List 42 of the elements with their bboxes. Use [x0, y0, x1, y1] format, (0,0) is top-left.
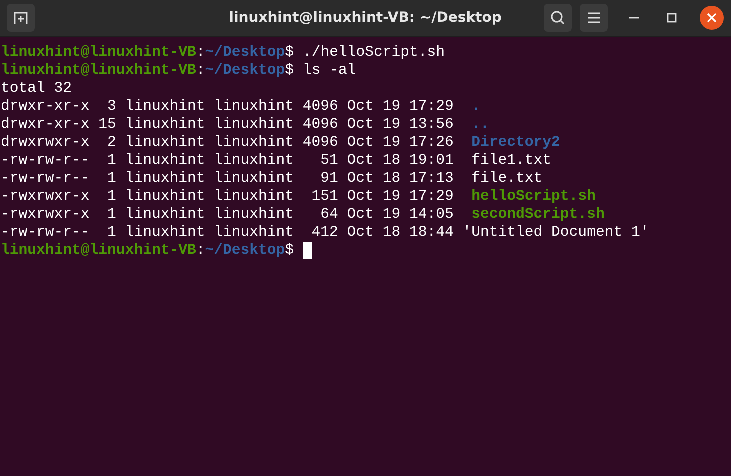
prompt-symbol: $ [285, 45, 294, 61]
menu-button[interactable] [580, 4, 608, 32]
file-name: secondScript.sh [472, 207, 605, 223]
command-text: ./helloScript.sh [302, 45, 446, 61]
prompt-user: linuxhint@linuxhint-VB [1, 243, 196, 259]
file-details: -rwxrwxr-x 1 linuxhint linuxhint 64 Oct 19 14:05 [1, 207, 455, 223]
prompt-symbol: $ [285, 243, 294, 259]
file-name: Directory2 [472, 135, 560, 151]
close-icon [707, 13, 717, 23]
prompt-path: ~/Desktop [205, 243, 286, 259]
prompt-separator: : [196, 45, 206, 61]
prompt-separator: : [196, 63, 206, 79]
prompt-path: ~/Desktop [205, 63, 286, 79]
file-details: drwxr-xr-x 15 linuxhint linuxhint 4096 Oct 19 13:56 [1, 117, 455, 133]
prompt-user: linuxhint@linuxhint-VB [1, 63, 196, 79]
file-name: . [472, 99, 481, 115]
new-tab-icon [13, 10, 29, 26]
minimize-icon [629, 17, 639, 19]
file-details: -rw-rw-r-- 1 linuxhint linuxhint 51 Oct 18 19:01 [1, 153, 455, 169]
file-name: .. [472, 117, 490, 133]
file-name: helloScript.sh [472, 189, 596, 205]
file-details: -rwxrwxr-x 1 linuxhint linuxhint 151 Oct 19 17:29 [1, 189, 455, 205]
new-tab-button[interactable] [7, 4, 35, 32]
menu-icon [587, 11, 601, 25]
file-name: 'Untitled Document 1' [462, 225, 650, 241]
maximize-icon [667, 13, 677, 23]
file-details: drwxrwxr-x 2 linuxhint linuxhint 4096 Oct 19 17:26 [1, 135, 455, 151]
file-name: file.txt [472, 171, 543, 187]
search-button[interactable] [544, 4, 572, 32]
prompt-symbol: $ [285, 63, 294, 79]
output-text: total 32 [1, 81, 72, 97]
prompt-user: linuxhint@linuxhint-VB [1, 45, 196, 61]
search-icon [550, 10, 566, 26]
file-name: file1.txt [472, 153, 552, 169]
file-details: drwxr-xr-x 3 linuxhint linuxhint 4096 Oct 19 17:29 [1, 99, 455, 115]
command-text: ls -al [302, 63, 356, 79]
window-title: linuxhint@linuxhint-VB: ~/Desktop [229, 10, 502, 26]
prompt-path: ~/Desktop [205, 45, 286, 61]
file-details: -rw-rw-r-- 1 linuxhint linuxhint 412 Oct 18 18:44 [1, 225, 455, 241]
prompt-separator: : [196, 243, 206, 259]
file-details: -rw-rw-r-- 1 linuxhint linuxhint 91 Oct 18 17:13 [1, 171, 455, 187]
close-button[interactable] [700, 6, 724, 30]
